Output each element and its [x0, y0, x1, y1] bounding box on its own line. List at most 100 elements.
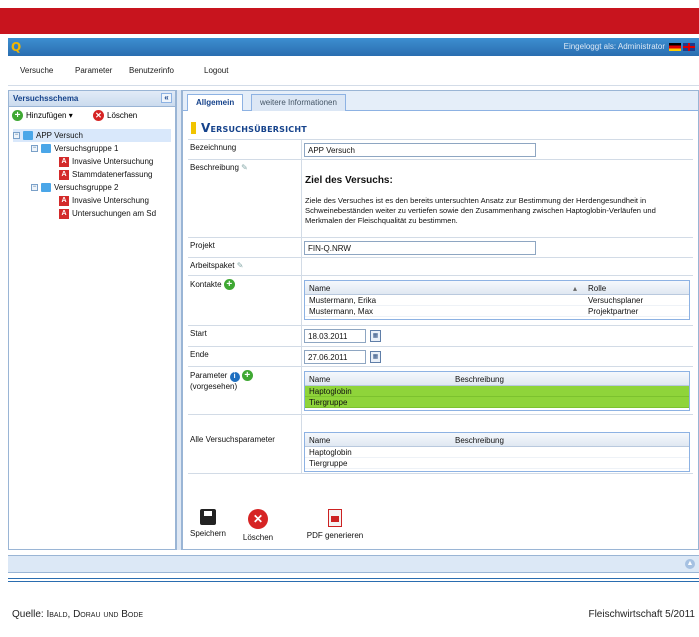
- tree-node-label: Stammdatenerfassung: [72, 170, 153, 179]
- expand-toggle-icon[interactable]: −: [31, 184, 38, 191]
- tree-node-label: Invasive Unterschung: [72, 196, 149, 205]
- tree-node-stammdatenerfassung[interactable]: A Stammdatenerfassung: [59, 168, 153, 181]
- test-item-icon: A: [59, 156, 69, 167]
- row-ende: Ende 27.06.2011 ▦: [188, 346, 693, 366]
- parameter-name: Haptoglobin: [309, 448, 352, 457]
- save-button-label: Speichern: [189, 529, 227, 538]
- menu-benutzerinfo[interactable]: Benutzerinfo: [129, 66, 174, 75]
- add-icon: +: [12, 110, 23, 121]
- table-row[interactable]: Tiergruppe: [305, 458, 689, 469]
- projekt-input[interactable]: FIN-Q.NRW: [304, 241, 536, 255]
- beschreibung-text[interactable]: Ziel des Versuchs: Ziele des Versuches i…: [305, 175, 690, 226]
- table-row[interactable]: Mustermann, Max Projektpartner: [305, 306, 689, 317]
- col-header-beschreibung[interactable]: Beschreibung: [455, 436, 504, 445]
- tree-node-label: Untersuchungen am Sd: [72, 209, 157, 218]
- expand-toggle-icon[interactable]: −: [13, 132, 20, 139]
- delete-button-label: Löschen: [107, 111, 138, 120]
- edit-pencil-icon[interactable]: ✎: [241, 163, 248, 172]
- row-start: Start 18.03.2011 ▦: [188, 325, 693, 346]
- section-title: Versuchsübersicht: [191, 121, 307, 135]
- sort-icon[interactable]: ▴: [573, 284, 577, 293]
- logged-in-user: Eingeloggt als: Administrator: [563, 42, 665, 51]
- test-item-icon: A: [59, 169, 69, 180]
- kontakte-label: Kontakte +: [190, 279, 235, 290]
- menu-logout[interactable]: Logout: [204, 66, 228, 75]
- test-item-icon: A: [59, 208, 69, 219]
- collapse-button[interactable]: «: [161, 93, 172, 103]
- parameter-name: Haptoglobin: [309, 387, 352, 396]
- alle-parameter-grid-header: Name Beschreibung: [305, 433, 689, 447]
- info-icon[interactable]: i: [229, 372, 240, 382]
- journal-caption: Fleischwirtschaft 5/2011: [588, 609, 695, 620]
- parameter-name: Tiergruppe: [309, 459, 348, 468]
- tree-node-invasive-unterschung[interactable]: A Invasive Unterschung: [59, 194, 149, 207]
- end-date-input[interactable]: 27.06.2011: [304, 350, 366, 364]
- contact-role: Versuchsplaner: [588, 296, 644, 305]
- save-button[interactable]: Speichern: [188, 509, 228, 538]
- kontakte-grid-header: Name ▴ Rolle: [305, 281, 689, 295]
- add-contact-icon[interactable]: +: [223, 279, 235, 290]
- table-row[interactable]: Haptoglobin: [305, 447, 689, 458]
- tree-node-versuchsgruppe-2[interactable]: − Versuchsgruppe 2: [31, 181, 119, 194]
- alle-parameter-grid: Name Beschreibung Haptoglobin Tiergruppe: [304, 432, 690, 472]
- action-bar: Speichern ✕ Löschen PDF generieren: [188, 509, 388, 549]
- panel-title: Versuchsschema «: [9, 91, 175, 107]
- bezeichnung-input[interactable]: APP Versuch: [304, 143, 536, 157]
- calendar-icon[interactable]: ▦: [370, 351, 381, 363]
- folder-icon: [23, 131, 33, 140]
- tree-node-app-versuch[interactable]: − APP Versuch: [13, 129, 171, 142]
- col-header-beschreibung[interactable]: Beschreibung: [455, 375, 504, 384]
- row-kontakte: Kontakte + Name ▴ Rolle Mustermann, Erik…: [188, 275, 693, 325]
- beschreibung-body: Ziele des Versuches ist es den bereits u…: [305, 196, 656, 225]
- col-header-name[interactable]: Name: [309, 436, 330, 445]
- german-flag-icon[interactable]: [669, 43, 681, 51]
- section-title-text: Versuchsübersicht: [201, 121, 307, 135]
- folder-icon: [41, 183, 51, 192]
- tab-strip: Allgemein weitere Informationen: [183, 91, 698, 111]
- col-header-name[interactable]: Name: [309, 284, 330, 293]
- bezeichnung-label: Bezeichnung: [190, 143, 237, 152]
- source-caption: Quelle: Ibald, Dorau und Bode: [12, 609, 143, 620]
- table-row[interactable]: Haptoglobin: [305, 386, 689, 397]
- tree-node-label: APP Versuch: [36, 131, 83, 140]
- calendar-icon[interactable]: ▦: [370, 330, 381, 342]
- tree-node-label: Versuchsgruppe 1: [54, 144, 119, 153]
- row-alle-versuchsparameter: Alle Versuchsparameter Name Beschreibung…: [188, 414, 693, 474]
- pdf-button[interactable]: PDF generieren: [300, 509, 370, 540]
- add-parameter-icon[interactable]: +: [241, 370, 253, 381]
- edit-pencil-icon[interactable]: ✎: [237, 261, 244, 270]
- expand-toggle-icon[interactable]: −: [31, 145, 38, 152]
- menu-versuche[interactable]: Versuche: [20, 66, 53, 75]
- tab-allgemein[interactable]: Allgemein: [187, 94, 244, 111]
- table-row[interactable]: Mustermann, Erika Versuchsplaner: [305, 295, 689, 306]
- col-header-rolle[interactable]: Rolle: [588, 284, 606, 293]
- menu-parameter[interactable]: Parameter: [75, 66, 112, 75]
- alle-versuchsparameter-label: Alle Versuchsparameter: [190, 435, 275, 444]
- delete-node-button[interactable]: ✕ Löschen: [93, 110, 137, 121]
- parameter-grid: Name Beschreibung Haptoglobin Tiergruppe: [304, 371, 690, 411]
- tree-node-untersuchungen-am-sd[interactable]: A Untersuchungen am Sd: [59, 207, 156, 220]
- status-icon[interactable]: ▲: [685, 559, 695, 569]
- folder-icon: [41, 144, 51, 153]
- main-panel: Allgemein weitere Informationen Versuchs…: [182, 90, 699, 550]
- start-date-input[interactable]: 18.03.2011: [304, 329, 366, 343]
- test-item-icon: A: [59, 195, 69, 206]
- section-bullet-icon: [191, 122, 196, 134]
- tree-node-versuchsgruppe-1[interactable]: − Versuchsgruppe 1: [31, 142, 119, 155]
- panel-toolbar: + Hinzufügen ▾ ✕ Löschen: [9, 107, 175, 125]
- tree-node-invasive-untersuchung[interactable]: A Invasive Untersuchung: [59, 155, 153, 168]
- table-row[interactable]: Tiergruppe: [305, 397, 689, 408]
- delete-button[interactable]: ✕ Löschen: [238, 509, 278, 542]
- tab-weitere-informationen[interactable]: weitere Informationen: [251, 94, 346, 111]
- parameter-grid-header: Name Beschreibung: [305, 372, 689, 386]
- delete-button-label: Löschen: [242, 533, 274, 542]
- source-prefix: Quelle:: [12, 609, 44, 620]
- beschreibung-heading: Ziel des Versuchs:: [305, 175, 393, 186]
- beschreibung-label: Beschreibung ✎: [190, 163, 248, 172]
- versuchsschema-panel: Versuchsschema « + Hinzufügen ▾ ✕ Lösche…: [8, 90, 176, 550]
- app-logo: Q: [11, 40, 22, 54]
- contact-name: Mustermann, Max: [309, 307, 374, 316]
- col-header-name[interactable]: Name: [309, 375, 330, 384]
- english-flag-icon[interactable]: [683, 43, 695, 51]
- add-button[interactable]: + Hinzufügen ▾: [12, 110, 73, 121]
